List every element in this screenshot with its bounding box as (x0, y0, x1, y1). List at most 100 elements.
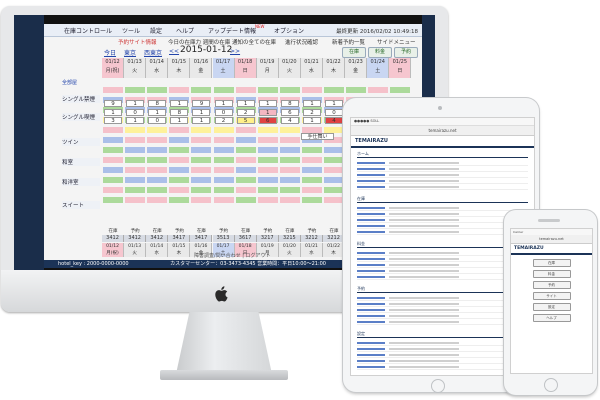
stock-cell[interactable]: 1 (325, 100, 344, 107)
date-header[interactable]: 01/13 火 (124, 58, 147, 78)
inventory-stripe (191, 87, 212, 93)
link-side-menu[interactable]: サイドメニュー (377, 38, 416, 46)
stock-reservation-label: 在庫 (196, 229, 206, 234)
date-header[interactable]: 01/24 土 (367, 58, 390, 78)
stock-cell[interactable]: 6 (258, 117, 277, 124)
stock-cell[interactable]: 1 (170, 117, 189, 124)
hotel-key: hotel_key : 2000-0000-0000 (58, 261, 129, 267)
menu-settings[interactable]: 設定 (150, 26, 162, 35)
inventory-stripe (191, 197, 212, 203)
date-header[interactable]: 01/21 水 (300, 58, 323, 78)
date-header[interactable]: 01/14 水 (146, 58, 169, 78)
stock-cell[interactable]: 4 (325, 117, 344, 124)
stock-cell[interactable]: 1 (258, 100, 277, 107)
menu-help[interactable]: ヘルプ (176, 26, 194, 35)
stock-cell[interactable]: 3 (104, 117, 123, 124)
ipad-section-title[interactable]: 設定 (357, 331, 528, 338)
stock-cell[interactable]: 1 (104, 109, 123, 116)
stock-reservation-label: 予約 (307, 229, 317, 234)
inventory-button[interactable]: 在庫 (342, 47, 366, 58)
iphone-menu-button[interactable]: 在庫 (532, 259, 571, 267)
date-header[interactable]: 01/25 日 (389, 58, 412, 78)
inventory-stripe (235, 197, 256, 203)
date-header[interactable]: 01/12 月(祝) (102, 58, 125, 78)
stock-cell[interactable]: 4 (280, 117, 299, 124)
stock-cell[interactable]: 1 (148, 109, 167, 116)
iphone-menu-button[interactable]: ヘルプ (532, 314, 571, 322)
iphone-home-button[interactable] (544, 378, 558, 392)
menu-options[interactable]: オプション (274, 26, 304, 35)
menu-update[interactable]: アップデート情報 (208, 26, 256, 35)
ipad-section-title[interactable]: ホーム (357, 151, 528, 158)
date-header[interactable]: 01/17 土 (212, 58, 235, 78)
bottom-links[interactable]: 障害調査/問い合わせ | ログアウト (194, 252, 271, 259)
date-header[interactable]: 01/22 木 (323, 58, 346, 78)
ipad-row[interactable] (357, 184, 528, 190)
all-rooms-label[interactable]: 全部屋 (62, 79, 100, 87)
iphone-url-bar[interactable]: temairazu.net (511, 235, 592, 244)
nav-next[interactable]: >> (230, 48, 240, 55)
stock-cell[interactable]: 1 (126, 117, 145, 124)
link-site-info[interactable]: 予約サイト情報 (118, 38, 157, 46)
iphone-menu-button[interactable]: 料金 (532, 270, 571, 278)
stock-reservation-label: 在庫 (285, 229, 295, 234)
stock-cell[interactable]: 8 (280, 100, 299, 107)
stock-cell[interactable]: 1 (236, 100, 255, 107)
iphone-menu-button[interactable]: 予約 (532, 281, 571, 289)
link-progress[interactable]: 進行状況確認 (285, 38, 318, 46)
stock-cell[interactable]: 1 (214, 100, 233, 107)
stock-cell[interactable]: 9 (104, 100, 123, 107)
ipad-row[interactable] (357, 319, 528, 325)
stock-cell[interactable]: 8 (170, 109, 189, 116)
stock-cell[interactable]: 8 (148, 100, 167, 107)
iphone-menu-button[interactable]: サイト (532, 292, 571, 300)
stock-cell[interactable]: 1 (170, 100, 189, 107)
stock-cell[interactable]: 2 (236, 109, 255, 116)
date-header[interactable]: 01/16 金 (190, 58, 213, 78)
date-footer: 01/13 火 (124, 243, 147, 257)
ipad-section-title[interactable]: 料金 (357, 241, 528, 248)
date-header[interactable]: 01/18 日 (234, 58, 257, 78)
stock-cell[interactable]: 1 (258, 109, 277, 116)
date-footer: 01/12 月(祝) (102, 243, 125, 257)
reservation-button[interactable]: 予約 (394, 47, 418, 58)
inventory-stripe (191, 157, 212, 163)
ipad-row[interactable] (357, 229, 528, 235)
stock-cell[interactable]: 1 (302, 100, 321, 107)
stock-cell[interactable]: 2 (214, 117, 233, 124)
ipad-section-title[interactable]: 在庫 (357, 196, 528, 203)
ipad-url-bar[interactable]: temairazu.net (351, 126, 534, 136)
stock-cell[interactable]: 2 (302, 109, 321, 116)
stock-cell[interactable]: 6 (280, 109, 299, 116)
ipad-row[interactable] (357, 364, 528, 370)
stock-cell[interactable]: 0 (126, 109, 145, 116)
stock-cell[interactable]: 1 (192, 117, 211, 124)
stock-cell[interactable]: 9 (192, 100, 211, 107)
inventory-stripe (235, 167, 256, 173)
iphone-menu-button[interactable]: 設定 (532, 303, 571, 311)
date-footer: 01/22 木 (323, 243, 346, 257)
date-header[interactable]: 01/23 金 (345, 58, 368, 78)
date-header[interactable]: 01/19 月 (256, 58, 279, 78)
date-header[interactable]: 01/15 木 (168, 58, 191, 78)
price-button[interactable]: 料金 (368, 47, 392, 58)
stock-cell[interactable]: 1 (302, 117, 321, 124)
nav-prev[interactable]: << (169, 48, 179, 55)
imac-foot (160, 370, 288, 380)
nav-tokyo[interactable]: 東京 (124, 48, 136, 57)
stock-cell[interactable]: 0 (325, 109, 344, 116)
ipad-home-button[interactable] (431, 379, 445, 393)
ipad-row[interactable] (357, 274, 528, 280)
nav-west-tokyo[interactable]: 西東京 (144, 48, 162, 57)
date-header[interactable]: 01/20 火 (278, 58, 301, 78)
menu-inventory[interactable]: 在庫コントロール (64, 26, 112, 35)
stock-cell[interactable]: 1 (126, 100, 145, 107)
stock-cell[interactable]: 0 (214, 109, 233, 116)
nav-today[interactable]: 今日 (104, 48, 116, 57)
ipad-section-title[interactable]: 予約 (357, 286, 528, 293)
stock-cell[interactable]: 1 (192, 109, 211, 116)
stock-cell[interactable]: 5 (236, 117, 255, 124)
stock-cell[interactable]: 0 (148, 117, 167, 124)
menu-tools[interactable]: ツール (122, 26, 140, 35)
link-new-reservations[interactable]: 新着予約一覧 (332, 38, 365, 46)
